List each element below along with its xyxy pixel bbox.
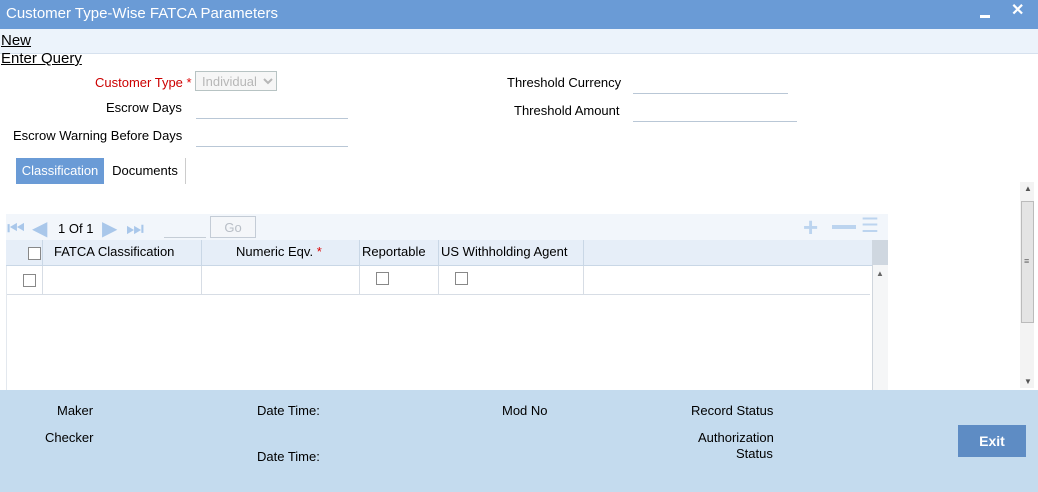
required-mark: *	[316, 244, 322, 259]
toolbar	[0, 29, 1038, 54]
add-row-icon[interactable]: +	[803, 214, 818, 240]
customer-type-label: Customer Type *	[95, 75, 192, 90]
grid-scroll-header	[872, 240, 888, 265]
column-us-withholding-agent: US Withholding Agent	[441, 244, 568, 259]
maker-date-time-label: Date Time:	[257, 403, 320, 418]
threshold-currency-input[interactable]	[633, 93, 788, 94]
column-reportable: Reportable	[362, 244, 426, 259]
next-page-icon[interactable]: ▶	[102, 219, 117, 239]
scroll-up-icon[interactable]: ▲	[1024, 184, 1032, 193]
record-status-label: Record Status	[691, 403, 774, 418]
first-page-icon[interactable]: ⏮	[7, 219, 25, 239]
tab-classification[interactable]: Classification	[16, 158, 104, 184]
enter-query-link[interactable]: Enter Query	[1, 50, 82, 67]
maker-label: Maker	[57, 403, 94, 418]
delete-row-icon[interactable]	[832, 225, 856, 229]
table-row[interactable]	[6, 266, 870, 295]
go-button[interactable]: Go	[210, 216, 256, 238]
column-numeric-eqv: Numeric Eqv. *	[236, 244, 322, 259]
threshold-amount-input[interactable]	[633, 121, 797, 122]
grid-scroll-up-icon[interactable]: ▲	[876, 269, 884, 278]
last-page-icon[interactable]: ⏭	[126, 219, 144, 239]
threshold-currency-label: Threshold Currency	[507, 75, 622, 90]
grid-left-border	[6, 266, 7, 390]
us-withholding-agent-checkbox[interactable]	[455, 272, 468, 285]
column-numeric-eqv-text: Numeric Eqv.	[236, 244, 314, 259]
minimize-icon[interactable]: ▬	[980, 8, 990, 24]
column-fatca-classification: FATCA Classification	[54, 244, 175, 259]
page-of-label: Of	[68, 221, 83, 236]
customer-type-select[interactable]: Individual	[195, 71, 277, 91]
grid-header: FATCA Classification Numeric Eqv. * Repo…	[6, 240, 888, 266]
page-number-input[interactable]	[164, 237, 206, 238]
scroll-grip-icon: ≡	[1024, 256, 1030, 266]
grid-vertical-scrollbar[interactable]	[872, 265, 888, 390]
checker-date-time-label: Date Time:	[257, 449, 320, 464]
previous-page-icon[interactable]: ◀	[32, 219, 47, 239]
escrow-warning-input[interactable]	[196, 146, 348, 147]
single-view-icon[interactable]: ☰	[861, 214, 879, 238]
pagination: 1 Of 1	[58, 221, 93, 236]
authorization-label: Authorization	[698, 430, 774, 445]
close-icon[interactable]: ✕	[1011, 3, 1024, 19]
exit-button[interactable]: Exit	[958, 425, 1026, 457]
page-total: 1	[86, 221, 94, 236]
escrow-warning-label: Escrow Warning Before Days	[13, 128, 183, 143]
select-all-checkbox[interactable]	[28, 247, 41, 260]
escrow-days-label: Escrow Days	[106, 100, 182, 115]
authorization-status-label: Status	[736, 446, 773, 461]
window-title: Customer Type-Wise FATCA Parameters	[6, 5, 279, 22]
reportable-checkbox[interactable]	[376, 272, 389, 285]
page-current: 1	[58, 221, 66, 236]
customer-type-label-text: Customer Type	[95, 75, 183, 90]
checker-label: Checker	[45, 430, 94, 445]
scroll-down-icon[interactable]: ▼	[1024, 377, 1032, 386]
required-mark: *	[186, 75, 192, 90]
tab-documents[interactable]: Documents	[105, 158, 186, 184]
row-select-checkbox[interactable]	[23, 274, 36, 287]
new-link[interactable]: New	[1, 32, 31, 49]
threshold-amount-label: Threshold Amount	[514, 103, 620, 118]
mod-no-label: Mod No	[502, 403, 548, 418]
escrow-days-input[interactable]	[196, 118, 348, 119]
